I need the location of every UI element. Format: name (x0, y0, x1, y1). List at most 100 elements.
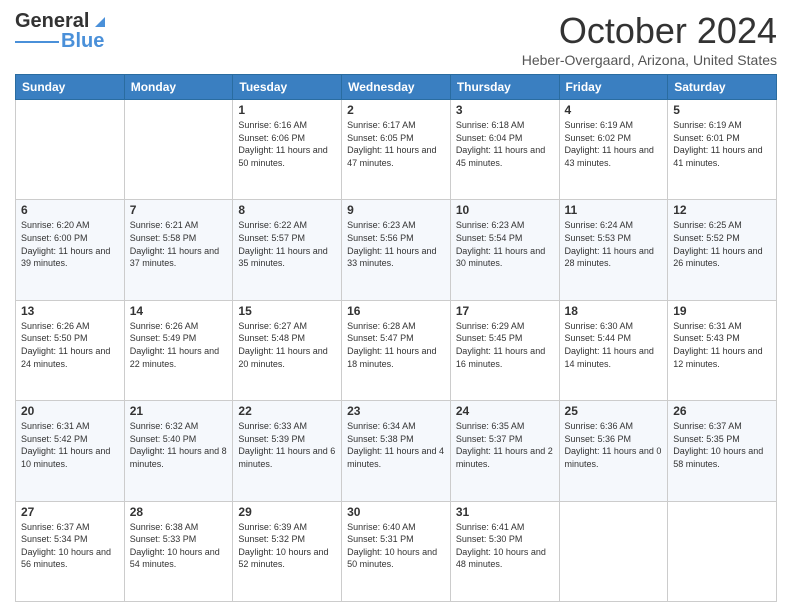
day-number: 5 (673, 103, 771, 117)
day-info: Sunrise: 6:19 AM Sunset: 6:01 PM Dayligh… (673, 119, 771, 169)
calendar-week-4: 20 Sunrise: 6:31 AM Sunset: 5:42 PM Dayli… (16, 401, 777, 501)
calendar-cell: 18 Sunrise: 6:30 AM Sunset: 5:44 PM Dayli… (559, 300, 668, 400)
calendar-week-3: 13 Sunrise: 6:26 AM Sunset: 5:50 PM Dayli… (16, 300, 777, 400)
day-number: 19 (673, 304, 771, 318)
calendar-cell: 21 Sunrise: 6:32 AM Sunset: 5:40 PM Dayli… (124, 401, 233, 501)
calendar-cell: 7 Sunrise: 6:21 AM Sunset: 5:58 PM Daylig… (124, 200, 233, 300)
day-info: Sunrise: 6:18 AM Sunset: 6:04 PM Dayligh… (456, 119, 554, 169)
calendar-cell: 11 Sunrise: 6:24 AM Sunset: 5:53 PM Dayli… (559, 200, 668, 300)
calendar-cell: 1 Sunrise: 6:16 AM Sunset: 6:06 PM Daylig… (233, 100, 342, 200)
day-number: 14 (130, 304, 228, 318)
calendar-cell: 10 Sunrise: 6:23 AM Sunset: 5:54 PM Dayli… (450, 200, 559, 300)
calendar-cell: 25 Sunrise: 6:36 AM Sunset: 5:36 PM Dayli… (559, 401, 668, 501)
header-row: Sunday Monday Tuesday Wednesday Thursday… (16, 75, 777, 100)
day-number: 29 (238, 505, 336, 519)
day-info: Sunrise: 6:25 AM Sunset: 5:52 PM Dayligh… (673, 219, 771, 269)
day-info: Sunrise: 6:31 AM Sunset: 5:42 PM Dayligh… (21, 420, 119, 470)
day-number: 8 (238, 203, 336, 217)
page: General Blue October 2024 Heber-Overgaar… (0, 0, 792, 612)
logo: General Blue (15, 10, 109, 53)
day-number: 7 (130, 203, 228, 217)
col-saturday: Saturday (668, 75, 777, 100)
day-info: Sunrise: 6:27 AM Sunset: 5:48 PM Dayligh… (238, 320, 336, 370)
calendar-cell: 24Sunrise: 6:35 AM Sunset: 5:37 PM Dayli… (450, 401, 559, 501)
day-info: Sunrise: 6:30 AM Sunset: 5:44 PM Dayligh… (565, 320, 663, 370)
calendar-cell: 23Sunrise: 6:34 AM Sunset: 5:38 PM Dayli… (342, 401, 451, 501)
day-number: 22 (238, 404, 336, 418)
calendar-cell: 14 Sunrise: 6:26 AM Sunset: 5:49 PM Dayli… (124, 300, 233, 400)
calendar-cell (124, 100, 233, 200)
day-number: 26 (673, 404, 771, 418)
calendar-cell: 17 Sunrise: 6:29 AM Sunset: 5:45 PM Dayli… (450, 300, 559, 400)
logo-triangle-icon (91, 13, 109, 31)
col-sunday: Sunday (16, 75, 125, 100)
calendar-week-2: 6Sunrise: 6:20 AM Sunset: 6:00 PM Daylig… (16, 200, 777, 300)
calendar-cell: 19 Sunrise: 6:31 AM Sunset: 5:43 PM Dayli… (668, 300, 777, 400)
day-info: Sunrise: 6:36 AM Sunset: 5:36 PM Dayligh… (565, 420, 663, 470)
day-number: 27 (21, 505, 119, 519)
col-thursday: Thursday (450, 75, 559, 100)
day-info: Sunrise: 6:24 AM Sunset: 5:53 PM Dayligh… (565, 219, 663, 269)
calendar-cell: 8 Sunrise: 6:22 AM Sunset: 5:57 PM Daylig… (233, 200, 342, 300)
calendar-cell: 27 Sunrise: 6:37 AM Sunset: 5:34 PM Dayli… (16, 501, 125, 601)
location: Heber-Overgaard, Arizona, United States (522, 52, 777, 68)
day-number: 1 (238, 103, 336, 117)
day-number: 18 (565, 304, 663, 318)
day-number: 12 (673, 203, 771, 217)
header: General Blue October 2024 Heber-Overgaar… (15, 10, 777, 68)
day-info: Sunrise: 6:37 AM Sunset: 5:35 PM Dayligh… (673, 420, 771, 470)
day-info: Sunrise: 6:26 AM Sunset: 5:49 PM Dayligh… (130, 320, 228, 370)
col-monday: Monday (124, 75, 233, 100)
calendar-week-5: 27 Sunrise: 6:37 AM Sunset: 5:34 PM Dayli… (16, 501, 777, 601)
day-info: Sunrise: 6:41 AM Sunset: 5:30 PM Dayligh… (456, 521, 554, 571)
day-info: Sunrise: 6:35 AM Sunset: 5:37 PM Dayligh… (456, 420, 554, 470)
day-info: Sunrise: 6:29 AM Sunset: 5:45 PM Dayligh… (456, 320, 554, 370)
calendar-cell: 3 Sunrise: 6:18 AM Sunset: 6:04 PM Daylig… (450, 100, 559, 200)
calendar-week-1: 1 Sunrise: 6:16 AM Sunset: 6:06 PM Daylig… (16, 100, 777, 200)
month-title: October 2024 (522, 10, 777, 52)
day-number: 9 (347, 203, 445, 217)
calendar-cell: 20 Sunrise: 6:31 AM Sunset: 5:42 PM Dayli… (16, 401, 125, 501)
day-number: 30 (347, 505, 445, 519)
calendar-cell: 29Sunrise: 6:39 AM Sunset: 5:32 PM Dayli… (233, 501, 342, 601)
day-info: Sunrise: 6:37 AM Sunset: 5:34 PM Dayligh… (21, 521, 119, 571)
day-number: 10 (456, 203, 554, 217)
day-number: 23 (347, 404, 445, 418)
col-tuesday: Tuesday (233, 75, 342, 100)
day-number: 21 (130, 404, 228, 418)
day-info: Sunrise: 6:17 AM Sunset: 6:05 PM Dayligh… (347, 119, 445, 169)
day-number: 13 (21, 304, 119, 318)
day-number: 17 (456, 304, 554, 318)
day-info: Sunrise: 6:26 AM Sunset: 5:50 PM Dayligh… (21, 320, 119, 370)
day-info: Sunrise: 6:20 AM Sunset: 6:00 PM Dayligh… (21, 219, 119, 269)
day-number: 4 (565, 103, 663, 117)
day-number: 20 (21, 404, 119, 418)
logo-blue: Blue (61, 30, 104, 53)
calendar-cell: 6Sunrise: 6:20 AM Sunset: 6:00 PM Daylig… (16, 200, 125, 300)
day-info: Sunrise: 6:21 AM Sunset: 5:58 PM Dayligh… (130, 219, 228, 269)
calendar-table: Sunday Monday Tuesday Wednesday Thursday… (15, 74, 777, 602)
day-number: 28 (130, 505, 228, 519)
calendar-cell: 12 Sunrise: 6:25 AM Sunset: 5:52 PM Dayli… (668, 200, 777, 300)
day-info: Sunrise: 6:23 AM Sunset: 5:54 PM Dayligh… (456, 219, 554, 269)
day-info: Sunrise: 6:22 AM Sunset: 5:57 PM Dayligh… (238, 219, 336, 269)
day-number: 3 (456, 103, 554, 117)
day-info: Sunrise: 6:16 AM Sunset: 6:06 PM Dayligh… (238, 119, 336, 169)
day-info: Sunrise: 6:31 AM Sunset: 5:43 PM Dayligh… (673, 320, 771, 370)
day-number: 25 (565, 404, 663, 418)
day-info: Sunrise: 6:40 AM Sunset: 5:31 PM Dayligh… (347, 521, 445, 571)
col-wednesday: Wednesday (342, 75, 451, 100)
day-number: 11 (565, 203, 663, 217)
title-section: October 2024 Heber-Overgaard, Arizona, U… (522, 10, 777, 68)
col-friday: Friday (559, 75, 668, 100)
calendar-cell: 26 Sunrise: 6:37 AM Sunset: 5:35 PM Dayli… (668, 401, 777, 501)
calendar-cell: 4Sunrise: 6:19 AM Sunset: 6:02 PM Daylig… (559, 100, 668, 200)
day-number: 31 (456, 505, 554, 519)
calendar-cell: 5 Sunrise: 6:19 AM Sunset: 6:01 PM Daylig… (668, 100, 777, 200)
calendar-cell (16, 100, 125, 200)
day-info: Sunrise: 6:32 AM Sunset: 5:40 PM Dayligh… (130, 420, 228, 470)
day-info: Sunrise: 6:28 AM Sunset: 5:47 PM Dayligh… (347, 320, 445, 370)
calendar-cell (559, 501, 668, 601)
day-info: Sunrise: 6:33 AM Sunset: 5:39 PM Dayligh… (238, 420, 336, 470)
day-number: 16 (347, 304, 445, 318)
